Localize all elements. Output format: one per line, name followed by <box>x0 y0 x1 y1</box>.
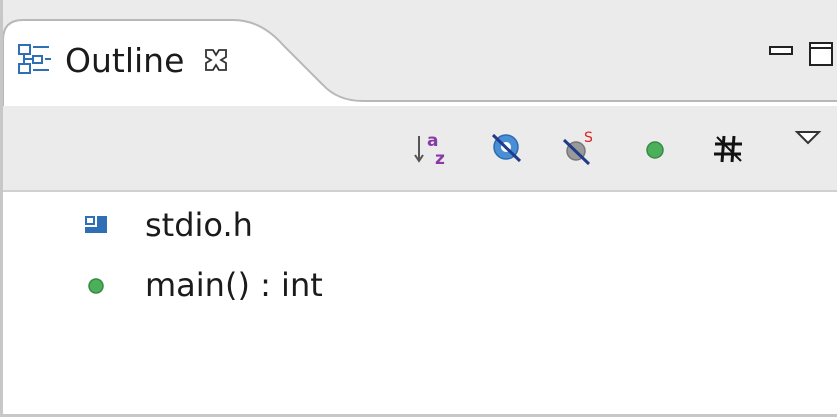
svg-text:a: a <box>427 131 438 151</box>
outline-toolbar: a z S <box>3 106 837 192</box>
sort-alphabetically-button[interactable]: a z <box>413 128 453 168</box>
hide-macros-icon <box>714 135 742 163</box>
tab-outline[interactable]: Outline <box>17 28 317 92</box>
hide-static-icon: S <box>562 130 593 166</box>
tab-title: Outline <box>65 40 185 80</box>
svg-text:z: z <box>435 149 445 168</box>
view-window-controls <box>768 38 837 70</box>
hide-non-public-icon <box>646 141 664 159</box>
minimize-icon[interactable] <box>768 42 796 66</box>
hide-static-members-button[interactable]: S <box>559 128 599 168</box>
outline-view: Outline a z S stdio.h main(): int <box>0 0 837 417</box>
outline-item-label: stdio.h <box>145 206 253 244</box>
outline-item-function[interactable]: main() : int <box>81 260 323 310</box>
hide-fields-button[interactable] <box>487 128 527 168</box>
outline-view-icon <box>17 42 53 78</box>
function-icon <box>81 270 111 300</box>
close-tab-icon[interactable] <box>202 46 230 74</box>
hide-macros-button[interactable] <box>709 128 749 168</box>
include-icon <box>81 210 111 240</box>
view-tab-bar: Outline <box>3 0 837 106</box>
outline-item-include[interactable]: stdio.h <box>81 200 253 250</box>
chevron-down-icon <box>794 131 822 145</box>
hide-non-public-members-button[interactable] <box>635 128 675 168</box>
outline-item-label: main() : int <box>145 266 323 304</box>
hide-fields-icon <box>491 133 522 163</box>
sort-az-icon: a z <box>414 131 445 168</box>
view-menu-button[interactable] <box>788 118 828 158</box>
svg-text:S: S <box>584 130 593 146</box>
maximize-icon[interactable] <box>808 41 834 67</box>
